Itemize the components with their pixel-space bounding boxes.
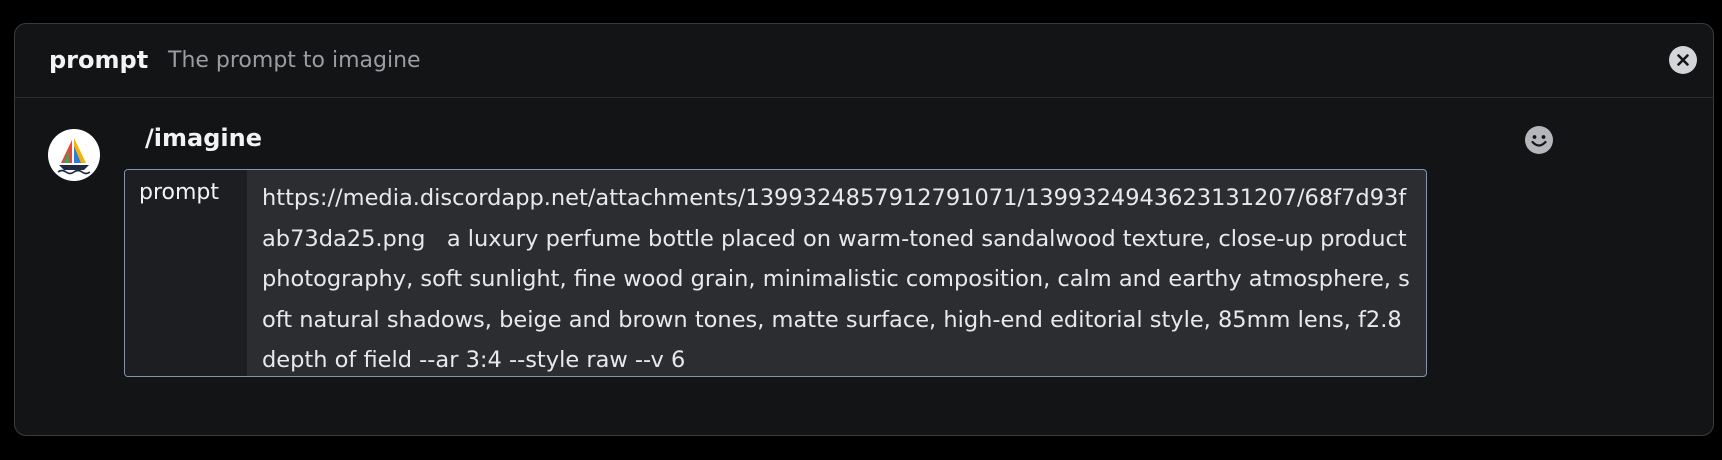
smiley-face-icon: [1525, 126, 1553, 154]
command-name: /imagine: [145, 124, 262, 152]
option-header: prompt The prompt to imagine: [15, 24, 1713, 98]
bot-avatar[interactable]: [48, 129, 100, 181]
option-name: prompt: [49, 46, 149, 74]
close-button[interactable]: [1669, 46, 1697, 74]
option-label: prompt: [125, 170, 247, 376]
prompt-option-field[interactable]: prompt https://media.discordapp.net/atta…: [124, 169, 1427, 377]
close-icon: [1677, 54, 1689, 66]
option-description: The prompt to imagine: [168, 48, 421, 73]
prompt-input[interactable]: https://media.discordapp.net/attachments…: [247, 170, 1426, 376]
sailboat-logo-icon: [57, 138, 91, 175]
slash-command-panel: prompt The prompt to imagine /imagine pr…: [14, 23, 1714, 436]
emoji-button[interactable]: [1524, 125, 1554, 155]
